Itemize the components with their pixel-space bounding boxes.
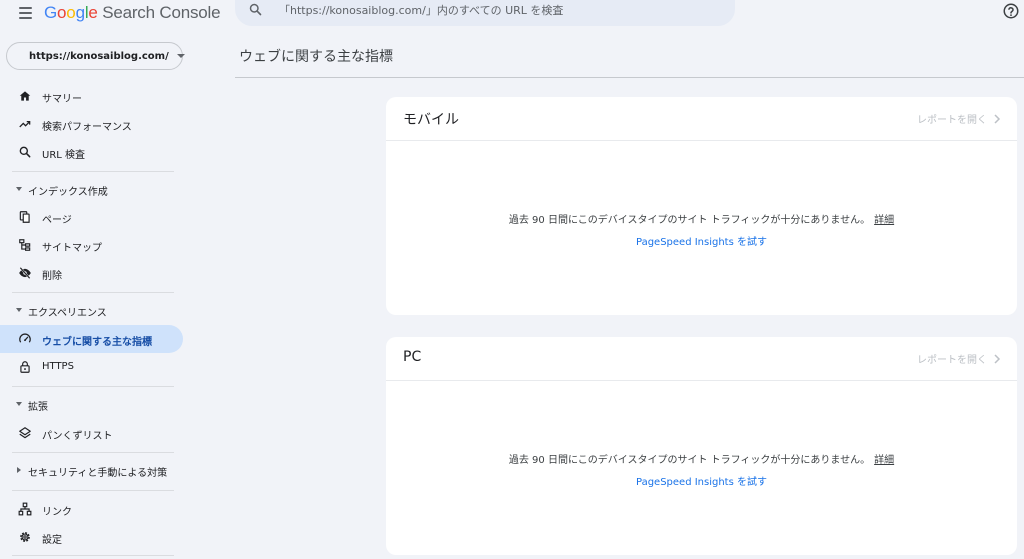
chevron-down-icon <box>176 54 185 58</box>
section-expand-icon <box>16 402 22 406</box>
property-selector[interactable]: https://konosaiblog.com/ <box>6 42 185 70</box>
sidebar-section-experience[interactable]: エクスペリエンス <box>0 299 183 321</box>
property-url: https://konosaiblog.com/ <box>29 50 169 62</box>
sidebar-divider <box>12 490 174 491</box>
pagespeed-insights-link[interactable]: PageSpeed Insights を試す <box>636 237 767 248</box>
card-title: モバイル <box>403 112 459 128</box>
pages-icon <box>19 211 30 223</box>
pagespeed-link-row: PageSpeed Insights を試す <box>386 233 1017 248</box>
sidebar-section-security[interactable]: セキュリティと手動による対策 <box>0 459 183 481</box>
section-collapse-icon <box>17 467 21 473</box>
sidebar-section-indexing[interactable]: インデックス作成 <box>0 178 183 200</box>
open-report-link[interactable]: レポートを開く <box>917 111 1001 126</box>
url-inspect-searchbar[interactable] <box>235 0 735 26</box>
sidebar-item-pages[interactable]: ページ <box>0 203 183 231</box>
pagespeed-link-row: PageSpeed Insights を試す <box>386 473 1017 488</box>
chevron-right-icon <box>994 353 1001 364</box>
sidebar-item-removals[interactable]: 削除 <box>0 259 183 287</box>
sidebar-item-links[interactable]: リンク <box>0 495 183 523</box>
lock-icon <box>20 361 30 373</box>
links-icon <box>18 502 32 516</box>
sidebar-divider <box>12 386 174 387</box>
sidebar-item-core-web-vitals[interactable]: ウェブに関する主な指標 <box>0 325 183 353</box>
home-icon <box>19 91 31 101</box>
sidebar-divider <box>12 555 174 556</box>
sitemap-icon <box>19 239 31 251</box>
sidebar-divider <box>12 292 174 293</box>
search-icon <box>249 3 262 16</box>
page-title: ウェブに関する主な指標 <box>239 49 393 65</box>
help-icon[interactable] <box>1002 2 1020 20</box>
card-header: PC レポートを開く <box>386 337 1017 381</box>
top-bar: Google Search Console <box>0 0 1024 28</box>
gear-icon <box>20 532 30 542</box>
sidebar-item-summary[interactable]: サマリー <box>0 82 183 110</box>
sidebar-item-breadcrumbs[interactable]: パンくずリスト <box>0 419 183 447</box>
app-logo[interactable]: Google Search Console <box>44 2 221 24</box>
sidebar-item-https[interactable]: HTTPS <box>0 353 183 381</box>
sidebar-item-settings[interactable]: 設定 <box>0 523 183 551</box>
open-report-link[interactable]: レポートを開く <box>917 351 1001 366</box>
pc-report-card: PC レポートを開く 過去 90 日間にこのデバイスタイプのサイト トラフィック… <box>386 337 1017 555</box>
learn-more-link[interactable]: 詳細 <box>874 455 894 466</box>
speed-gauge-icon <box>19 333 31 343</box>
sidebar-item-sitemaps[interactable]: サイトマップ <box>0 231 183 259</box>
insufficient-data-message: 過去 90 日間にこのデバイスタイプのサイト トラフィックが十分にありません。詳… <box>508 215 895 226</box>
section-expand-icon <box>16 187 22 191</box>
sidebar-section-enhancements[interactable]: 拡張 <box>0 393 183 415</box>
section-expand-icon <box>16 308 22 312</box>
pagespeed-insights-link[interactable]: PageSpeed Insights を試す <box>636 477 767 488</box>
search-icon <box>19 146 31 158</box>
hamburger-menu-icon[interactable] <box>12 2 38 24</box>
visibility-off-icon <box>19 267 31 279</box>
trending-up-icon <box>19 121 31 128</box>
mobile-report-card: モバイル レポートを開く 過去 90 日間にこのデバイスタイプのサイト トラフィ… <box>386 97 1017 315</box>
sidebar-divider <box>12 171 174 172</box>
layers-icon <box>19 427 31 439</box>
chevron-right-icon <box>994 113 1001 124</box>
sidebar-item-performance[interactable]: 検索パフォーマンス <box>0 110 183 138</box>
url-inspect-input[interactable] <box>279 2 719 18</box>
card-title: PC <box>403 349 422 365</box>
learn-more-link[interactable]: 詳細 <box>874 215 894 226</box>
card-header: モバイル レポートを開く <box>386 97 1017 141</box>
title-divider <box>235 77 1024 78</box>
insufficient-data-message: 過去 90 日間にこのデバイスタイプのサイト トラフィックが十分にありません。詳… <box>508 455 895 466</box>
sidebar-item-url-inspection[interactable]: URL 検査 <box>0 138 183 166</box>
sidebar-divider <box>12 452 174 453</box>
